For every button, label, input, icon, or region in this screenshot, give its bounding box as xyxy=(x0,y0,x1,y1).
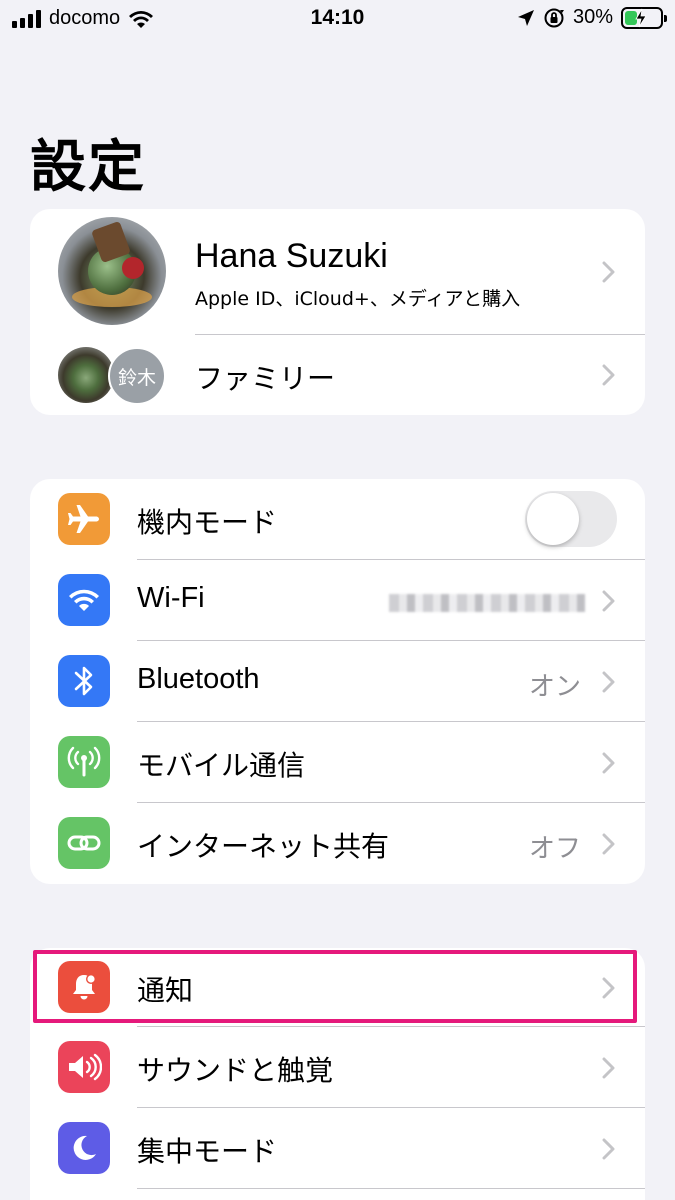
apple-id-row[interactable]: Hana Suzuki Apple ID、iCloud+、メディアと購入 xyxy=(30,209,645,335)
wifi-icon xyxy=(58,574,110,626)
profile-avatar xyxy=(58,217,166,325)
chevron-right-icon xyxy=(601,1138,615,1160)
chevron-right-icon xyxy=(601,671,615,693)
speaker-icon xyxy=(58,1041,110,1093)
family-label: ファミリー xyxy=(195,362,336,395)
battery-percent: 30% xyxy=(572,6,613,28)
airplane-icon xyxy=(58,493,110,545)
chevron-right-icon xyxy=(601,752,615,774)
wifi-label: Wi-Fi xyxy=(137,582,205,614)
wifi-network-name-redacted xyxy=(389,594,585,612)
family-row[interactable]: 鈴木 ファミリー xyxy=(30,335,645,415)
airplane-mode-toggle[interactable] xyxy=(525,491,617,547)
sounds-haptics-row[interactable]: サウンドと触覚 xyxy=(30,1027,645,1108)
personal-hotspot-row[interactable]: インターネット共有 オフ xyxy=(30,803,645,884)
location-arrow-icon xyxy=(517,9,534,26)
family-member-initials: 鈴木 xyxy=(117,366,156,389)
family-avatar-member: 鈴木 xyxy=(108,347,166,405)
status-right: 30% xyxy=(517,6,667,29)
chevron-right-icon xyxy=(601,364,615,386)
sounds-label: サウンドと触覚 xyxy=(137,1054,334,1087)
page-title: 設定 xyxy=(30,135,146,200)
moon-icon xyxy=(58,1122,110,1174)
bluetooth-status: オン xyxy=(528,672,581,702)
cellular-row[interactable]: モバイル通信 xyxy=(30,722,645,803)
chevron-right-icon xyxy=(601,590,615,612)
connectivity-card: 機内モード Wi-Fi Bluetooth オン モバイル通信 インターネット共… xyxy=(30,479,645,884)
antenna-icon xyxy=(58,736,110,788)
cellular-label: モバイル通信 xyxy=(137,749,306,782)
divider xyxy=(137,1188,645,1189)
family-avatar-self xyxy=(58,347,114,403)
focus-label: 集中モード xyxy=(137,1135,278,1168)
airplane-mode-label: 機内モード xyxy=(137,506,278,539)
orientation-lock-icon xyxy=(544,8,564,27)
profile-name: Hana Suzuki xyxy=(195,237,388,275)
bluetooth-row[interactable]: Bluetooth オン xyxy=(30,641,645,722)
chevron-right-icon xyxy=(601,261,615,283)
airplane-mode-row: 機内モード xyxy=(30,479,645,560)
battery-charging-icon xyxy=(621,6,667,29)
profile-subtitle: Apple ID、iCloud+、メディアと購入 xyxy=(195,288,521,310)
focus-row[interactable]: 集中モード xyxy=(30,1108,645,1189)
bluetooth-icon xyxy=(58,655,110,707)
profile-card: Hana Suzuki Apple ID、iCloud+、メディアと購入 鈴木 … xyxy=(30,209,645,415)
chevron-right-icon xyxy=(601,1057,615,1079)
chevron-right-icon xyxy=(601,833,615,855)
hotspot-status: オフ xyxy=(528,834,581,864)
bluetooth-label: Bluetooth xyxy=(137,663,260,695)
hotspot-label: インターネット共有 xyxy=(137,830,390,863)
notifications-highlight-box xyxy=(33,950,637,1023)
wifi-row[interactable]: Wi-Fi xyxy=(30,560,645,641)
status-bar: docomo 14:10 30% xyxy=(0,0,675,38)
hotspot-link-icon xyxy=(58,817,110,869)
